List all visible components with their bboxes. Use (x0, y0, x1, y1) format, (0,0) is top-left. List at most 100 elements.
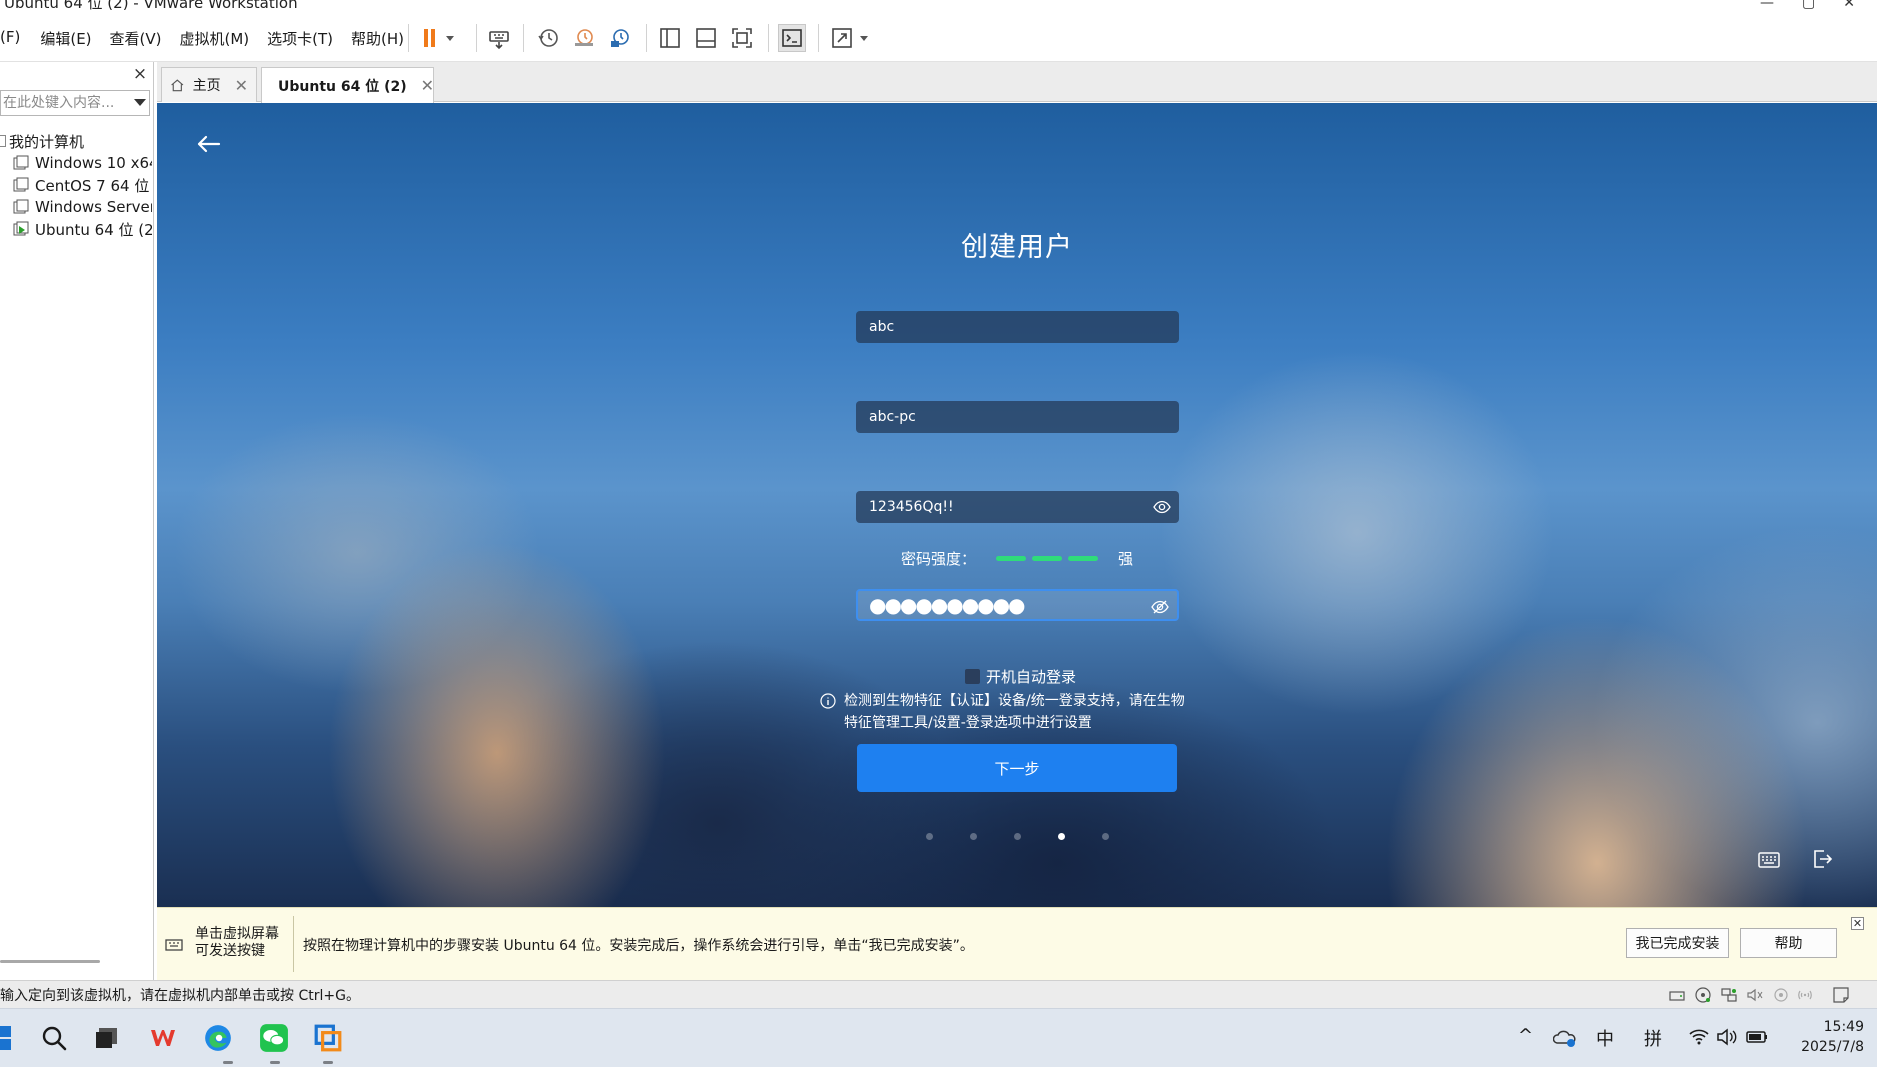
library-close-button[interactable]: × (132, 64, 148, 84)
volume-icon[interactable] (1716, 1027, 1738, 1047)
password-field[interactable]: 123456Qq!! (856, 491, 1179, 523)
tab-close-icon[interactable]: ✕ (235, 76, 248, 95)
toolbar-divider (523, 24, 524, 52)
library-search-input[interactable] (1, 91, 127, 115)
maximize-button[interactable]: ▢ (1802, 0, 1815, 11)
vm-icon (13, 177, 29, 192)
tab-close-icon[interactable]: ✕ (421, 76, 434, 95)
eye-icon[interactable] (1153, 499, 1171, 515)
vmware-icon (314, 1024, 342, 1052)
network-adapter-icon[interactable] (1720, 986, 1738, 1004)
hostname-field[interactable]: abc-pc (856, 401, 1179, 433)
vmware-button[interactable] (311, 1021, 345, 1055)
tree-item-windows-server[interactable]: Windows Server (0, 196, 152, 218)
console-view-button[interactable] (778, 24, 806, 52)
library-view-button[interactable] (656, 24, 684, 52)
vm-icon (13, 155, 29, 170)
vm-tree: 我的计算机 Windows 10 x64 CentOS 7 64 位 Windo… (0, 130, 152, 240)
back-arrow-icon[interactable] (193, 129, 223, 159)
wechat-icon (260, 1024, 288, 1052)
edge-button[interactable] (201, 1021, 235, 1055)
username-field[interactable]: abc (856, 311, 1179, 343)
step-dot (1057, 833, 1065, 840)
library-search (0, 90, 150, 116)
tree-item-windows10[interactable]: Windows 10 x64 (0, 152, 152, 174)
eye-off-icon[interactable] (1151, 599, 1169, 615)
fullscreen-button[interactable] (728, 24, 756, 52)
onedrive-icon[interactable] (1553, 1027, 1577, 1049)
wifi-icon[interactable] (1688, 1027, 1710, 1047)
confirm-password-field[interactable]: ●●●●●●●●●● (856, 589, 1179, 621)
tree-item-ubuntu[interactable]: Ubuntu 64 位 (2) (0, 218, 152, 240)
strength-bar (1068, 556, 1098, 561)
thumbnail-view-button[interactable] (692, 24, 720, 52)
step-dot (969, 833, 977, 840)
chevron-down-icon[interactable] (134, 99, 146, 106)
expand-toggle-icon[interactable] (0, 135, 6, 147)
hard-disk-icon[interactable] (1668, 986, 1686, 1004)
vm-screen[interactable]: 创建用户 abc abc-pc 123456Qq!! 密码强度： 强 ●●●●●… (157, 103, 1877, 907)
taskbar-clock[interactable]: 15:49 2025/7/8 (1788, 1017, 1864, 1057)
auto-login-checkbox[interactable] (965, 669, 980, 684)
start-icon (0, 1026, 11, 1050)
tab-ubuntu[interactable]: Ubuntu 64 位 (2) ✕ (261, 67, 434, 103)
auto-login-option[interactable]: 开机自动登录 (965, 666, 1076, 687)
wireless-icon[interactable] (1796, 986, 1814, 1004)
strength-label: 密码强度： (900, 550, 976, 568)
send-keys-button[interactable] (485, 24, 513, 52)
click-hint-line1: 单击虚拟屏幕 (195, 926, 279, 942)
ime-mode[interactable]: 拼 (1644, 1025, 1662, 1051)
step-indicator (157, 833, 1877, 840)
toolbar-divider (476, 24, 477, 52)
sound-icon[interactable] (1746, 986, 1764, 1004)
menu-vm[interactable]: 虚拟机(M) (180, 28, 250, 49)
task-view-icon (96, 1028, 117, 1048)
stretch-button[interactable] (828, 24, 874, 52)
revert-snapshot-button[interactable] (570, 24, 598, 52)
wechat-button[interactable] (257, 1021, 291, 1055)
close-window-button[interactable]: ✕ (1843, 0, 1855, 11)
menu-view[interactable]: 查看(V) (110, 28, 162, 49)
info-icon (820, 693, 836, 709)
message-log-icon[interactable] (1832, 986, 1850, 1004)
cd-drive-icon[interactable] (1694, 986, 1712, 1004)
fullscreen-icon (732, 28, 752, 48)
search-button[interactable] (37, 1021, 71, 1055)
start-button[interactable] (0, 1021, 16, 1055)
snapshot-manager-button[interactable] (606, 24, 634, 52)
pause-button[interactable] (418, 24, 462, 52)
window-controls: — ▢ ✕ (1760, 0, 1855, 11)
password-value: 123456Qq!! (869, 499, 954, 515)
menu-file[interactable]: (F) (0, 28, 20, 49)
battery-icon[interactable] (1745, 1027, 1769, 1047)
home-icon (171, 79, 184, 92)
help-button[interactable]: 帮助 (1740, 928, 1837, 958)
clock-date: 2025/7/8 (1801, 1039, 1864, 1055)
menu-help[interactable]: 帮助(H) (351, 28, 404, 49)
ime-language[interactable]: 中 (1596, 1025, 1614, 1051)
minimize-button[interactable]: — (1760, 0, 1774, 11)
menu-edit[interactable]: 编辑(E) (40, 28, 91, 49)
install-hint-bar: 单击虚拟屏幕 可发送按键 按照在物理计算机中的步骤安装 Ubuntu 64 位。… (157, 907, 1877, 980)
tray-overflow-button[interactable]: ^ (1518, 1025, 1533, 1046)
tree-root-my-computer[interactable]: 我的计算机 (0, 130, 152, 152)
hint-close-button[interactable]: ✕ (1851, 917, 1864, 930)
biometric-note: 检测到生物特征【认证】设备/统一登录支持，请在生物特征管理工具/设置-登录选项中… (820, 690, 1190, 734)
wps-button[interactable] (146, 1021, 180, 1055)
finished-install-button[interactable]: 我已完成安装 (1626, 928, 1729, 958)
keyboard-icon[interactable] (1757, 848, 1781, 872)
library-scrollbar[interactable] (0, 960, 100, 963)
tree-root-label: 我的计算机 (9, 132, 85, 151)
username-value: abc (869, 319, 895, 335)
snapshot-button[interactable] (534, 24, 562, 52)
logout-icon[interactable] (1810, 847, 1834, 871)
task-view-button[interactable] (90, 1021, 124, 1055)
usb-icon[interactable] (1772, 986, 1790, 1004)
next-button[interactable]: 下一步 (857, 744, 1177, 792)
tab-home[interactable]: 主页 ✕ (161, 67, 257, 102)
wps-icon (151, 1030, 175, 1046)
window-title: Ubuntu 64 位 (2) - VMware Workstation (4, 0, 298, 12)
menu-tabs[interactable]: 选项卡(T) (267, 28, 333, 49)
library-view-icon (660, 28, 680, 48)
tree-item-centos7[interactable]: CentOS 7 64 位 (0, 174, 152, 196)
